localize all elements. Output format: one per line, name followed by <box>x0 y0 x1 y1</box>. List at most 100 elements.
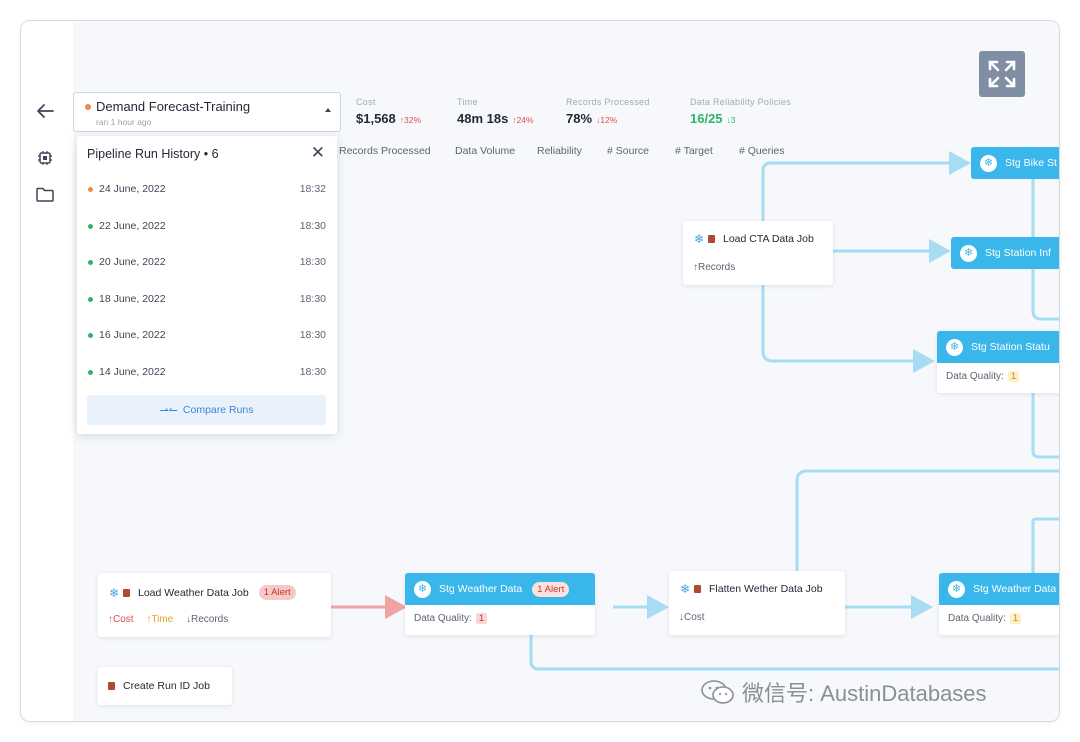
metric-delta: ↓3 <box>726 115 736 125</box>
metric-delta: ↑32% <box>399 115 422 125</box>
snowflake-icon: ❄ <box>108 585 120 600</box>
metric-delta: ↓12% <box>596 115 618 125</box>
node-stg-station-status[interactable]: ❄ Stg Station Statu Data Quality: 1 <box>937 331 1059 393</box>
run-history-item[interactable]: 22 June, 2022 18:30 <box>77 209 337 245</box>
snowflake-icon: ❄ <box>946 338 963 356</box>
node-title: Load Weather Data Job <box>138 586 249 599</box>
node-stg-station-info[interactable]: ❄ Stg Station Inf <box>951 237 1059 269</box>
node-stg-bike[interactable]: ❄ Stg Bike St <box>971 147 1059 179</box>
panel-title-text: Pipeline Run History <box>87 147 201 161</box>
arrow-left-icon[interactable] <box>34 100 56 122</box>
metric-label: Records Processed <box>566 97 650 107</box>
node-tag-time: ↑Time <box>146 614 174 625</box>
metric-value: $1,568 <box>356 111 396 126</box>
pipeline-last-run: ran 1 hour ago <box>96 117 152 127</box>
data-quality-badge: 1 <box>1007 371 1020 382</box>
node-tag-records: ↓Records <box>185 614 229 625</box>
node-title: Stg Weather Data <box>439 583 523 595</box>
column-source[interactable]: # Source <box>607 145 649 157</box>
node-title: Stg Station Statu <box>971 341 1050 353</box>
expand-icon <box>988 60 1016 88</box>
run-date: 14 June, 2022 <box>99 365 166 378</box>
alert-badge[interactable]: 1 Alert <box>258 585 296 600</box>
node-create-run-id-job[interactable]: Create Run ID Job <box>98 667 232 705</box>
run-status-dot <box>88 369 93 375</box>
run-history-item[interactable]: 20 June, 2022 18:30 <box>77 245 337 281</box>
metric-data-reliability-policies: Data Reliability Policies 16/25 ↓3 <box>690 97 791 126</box>
column-target[interactable]: # Target <box>675 145 713 157</box>
run-count: 6 <box>211 147 219 161</box>
databricks-icon <box>123 588 130 597</box>
watermark-text: 微信号: AustinDatabases <box>742 681 987 706</box>
node-load-weather-data-job[interactable]: ❄ Load Weather Data Job 1 Alert ↑Cost ↑Tim… <box>98 573 331 637</box>
metric-label: Cost <box>356 97 376 107</box>
snowflake-icon: ❄ <box>693 232 705 246</box>
compare-runs-button[interactable]: ⇀↼ Compare Runs <box>87 395 326 425</box>
node-stg-weather-data[interactable]: ❄ Stg Weather Data 1 Alert Data Quality: 1 <box>405 573 595 635</box>
databricks-icon <box>694 585 701 593</box>
node-tag-records: ↑Records <box>693 262 736 273</box>
snowflake-icon: ❄ <box>960 244 977 262</box>
run-date: 22 June, 2022 <box>99 219 166 232</box>
pipeline-name: Demand Forecast-Training <box>96 99 251 114</box>
databricks-icon <box>708 235 715 243</box>
compare-icon: ⇀↼ <box>159 404 178 417</box>
snowflake-icon: ❄ <box>679 582 691 596</box>
node-title: Stg Weather Data <box>973 583 1057 595</box>
node-title: Load CTA Data Job <box>723 233 814 245</box>
pipeline-run-history-panel: Pipeline Run History • 6 ✕ 24 June, 2022… <box>77 136 337 434</box>
metric-value: 48m 18s <box>457 111 509 126</box>
alert-badge[interactable]: 1 Alert <box>532 581 570 597</box>
node-title: Stg Bike St <box>1005 157 1057 169</box>
node-stg-weather-data-right[interactable]: ❄ Stg Weather Data Data Quality: 1 <box>939 573 1059 635</box>
folder-icon[interactable] <box>34 183 56 205</box>
data-quality-badge: 1 <box>475 613 488 624</box>
caret-up-icon <box>325 108 331 112</box>
run-status-dot <box>88 223 93 229</box>
run-history-item[interactable]: 18 June, 2022 18:30 <box>77 282 337 318</box>
run-date: 16 June, 2022 <box>99 329 166 341</box>
column-queries[interactable]: # Queries <box>739 145 785 157</box>
node-title: Flatten Wether Data Job <box>709 583 823 595</box>
expand-button[interactable] <box>979 51 1025 97</box>
run-history-item[interactable]: 24 June, 2022 18:32 <box>77 172 337 208</box>
run-history-item[interactable]: 16 June, 2022 18:30 <box>77 318 337 354</box>
data-quality-label: Data Quality: <box>948 613 1006 624</box>
pipeline-selector[interactable]: Demand Forecast-Training ran 1 hour ago <box>73 92 341 132</box>
cpu-chip-icon[interactable] <box>34 147 56 169</box>
data-quality-badge: 1 <box>1009 613 1022 624</box>
run-history-item[interactable]: 14 June, 2022 18:30 <box>77 355 337 391</box>
run-time: 18:32 <box>299 183 326 195</box>
run-status-dot <box>88 296 93 302</box>
node-tag-cost: ↓Cost <box>679 612 705 623</box>
column-reliability[interactable]: Reliability <box>537 145 582 157</box>
close-icon[interactable]: ✕ <box>311 144 325 161</box>
panel-title: Pipeline Run History • 6 <box>87 147 219 161</box>
compare-runs-label: Compare Runs <box>182 404 254 416</box>
snowflake-icon: ❄ <box>980 154 997 172</box>
run-time: 18:30 <box>299 292 326 305</box>
run-time: 18:30 <box>299 256 326 268</box>
run-time: 18:30 <box>299 365 326 378</box>
run-status-dot <box>88 260 93 265</box>
run-status-dot <box>88 187 93 192</box>
column-records-processed[interactable]: Records Processed <box>339 145 431 157</box>
metric-time: Time 48m 18s ↑24% <box>457 97 534 126</box>
data-quality-label: Data Quality: <box>414 613 472 624</box>
run-date: 20 June, 2022 <box>99 256 166 268</box>
left-rail <box>21 21 73 721</box>
node-title: Stg Station Inf <box>985 247 1051 259</box>
run-time: 18:30 <box>299 219 326 232</box>
run-date: 18 June, 2022 <box>99 292 166 305</box>
node-load-cta-data-job[interactable]: ❄ Load CTA Data Job ↑Records <box>683 221 833 285</box>
column-data-volume[interactable]: Data Volume <box>455 145 515 157</box>
node-flatten-wether-data-job[interactable]: ❄ Flatten Wether Data Job ↓Cost <box>669 571 845 635</box>
metric-value: 16/25 <box>690 111 723 126</box>
run-date: 24 June, 2022 <box>99 183 166 195</box>
node-tag-cost: ↑Cost <box>108 614 134 625</box>
wechat-icon <box>701 680 734 704</box>
metric-value: 78% <box>566 111 593 126</box>
snowflake-icon: ❄ <box>948 580 965 598</box>
run-time: 18:30 <box>299 329 326 341</box>
data-quality-label: Data Quality: <box>946 371 1004 382</box>
